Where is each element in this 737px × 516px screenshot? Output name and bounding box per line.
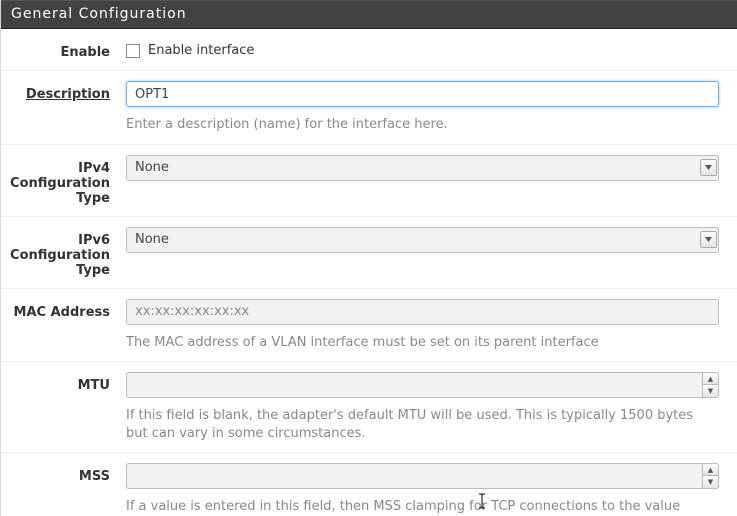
mtu-input[interactable]: ▲ ▼: [126, 372, 719, 398]
mss-text-field[interactable]: [127, 464, 702, 488]
mtu-step-up[interactable]: ▲: [703, 373, 718, 385]
label-description: Description: [26, 87, 110, 102]
panel-title: General Configuration: [11, 6, 187, 22]
spinner-buttons: ▲ ▼: [702, 373, 718, 397]
row-mtu: MTU ▲ ▼ If this field is blank, the adap…: [1, 362, 737, 453]
row-enable: Enable Enable interface: [1, 29, 737, 71]
mss-step-up[interactable]: ▲: [703, 464, 718, 476]
ipv6-config-value: None: [135, 232, 169, 247]
ipv4-config-value: None: [135, 160, 169, 175]
label-mss: MSS: [1, 463, 126, 484]
row-description: Description Enter a description (name) f…: [1, 71, 737, 145]
mac-help: The MAC address of a VLAN interface must…: [126, 334, 719, 352]
mtu-step-down[interactable]: ▼: [703, 385, 718, 397]
label-enable: Enable: [1, 39, 126, 60]
mtu-help: If this field is blank, the adapter's de…: [126, 407, 719, 442]
panel-header: General Configuration: [1, 0, 737, 29]
mss-input[interactable]: ▲ ▼: [126, 463, 719, 489]
label-ipv4: IPv4 Configuration Type: [1, 155, 126, 206]
chevron-down-icon: [700, 159, 717, 176]
row-ipv4-config-type: IPv4 Configuration Type None: [1, 145, 737, 217]
mss-help: If a value is entered in this field, the…: [126, 498, 719, 516]
ipv6-config-select[interactable]: None: [126, 227, 719, 253]
mac-address-input[interactable]: [126, 299, 719, 325]
ipv4-config-select[interactable]: None: [126, 155, 719, 181]
row-ipv6-config-type: IPv6 Configuration Type None: [1, 217, 737, 289]
mss-step-down[interactable]: ▼: [703, 476, 718, 488]
chevron-down-icon: [700, 231, 717, 248]
row-mac-address: MAC Address The MAC address of a VLAN in…: [1, 289, 737, 363]
label-ipv6: IPv6 Configuration Type: [1, 227, 126, 278]
label-mac: MAC Address: [1, 299, 126, 320]
enable-checkbox-label: Enable interface: [148, 43, 254, 58]
enable-checkbox[interactable]: [126, 44, 140, 58]
spinner-buttons: ▲ ▼: [702, 464, 718, 488]
description-input[interactable]: [126, 81, 719, 107]
mtu-text-field[interactable]: [127, 373, 702, 397]
row-mss: MSS ▲ ▼ If a value is entered in this fi…: [1, 453, 737, 516]
label-mtu: MTU: [1, 372, 126, 393]
config-panel: General Configuration Enable Enable inte…: [0, 0, 737, 516]
description-help: Enter a description (name) for the inter…: [126, 116, 719, 134]
